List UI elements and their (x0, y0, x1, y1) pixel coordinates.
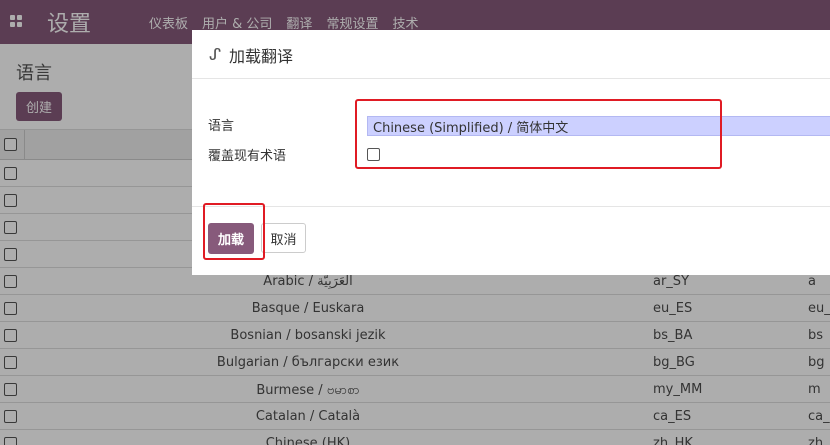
translate-icon: ᔑ (209, 45, 222, 65)
dialog-title: 加载翻译 (229, 47, 294, 66)
dialog-header: ᔑ 加载翻译 (192, 30, 830, 79)
overwrite-label: 覆盖现有术语 (208, 149, 287, 164)
language-label: 语言 (208, 119, 235, 134)
cancel-button[interactable]: 取消 (261, 223, 306, 253)
highlight-language-fields (355, 99, 722, 169)
highlight-load-button (203, 203, 265, 260)
footer-divider (192, 206, 830, 207)
